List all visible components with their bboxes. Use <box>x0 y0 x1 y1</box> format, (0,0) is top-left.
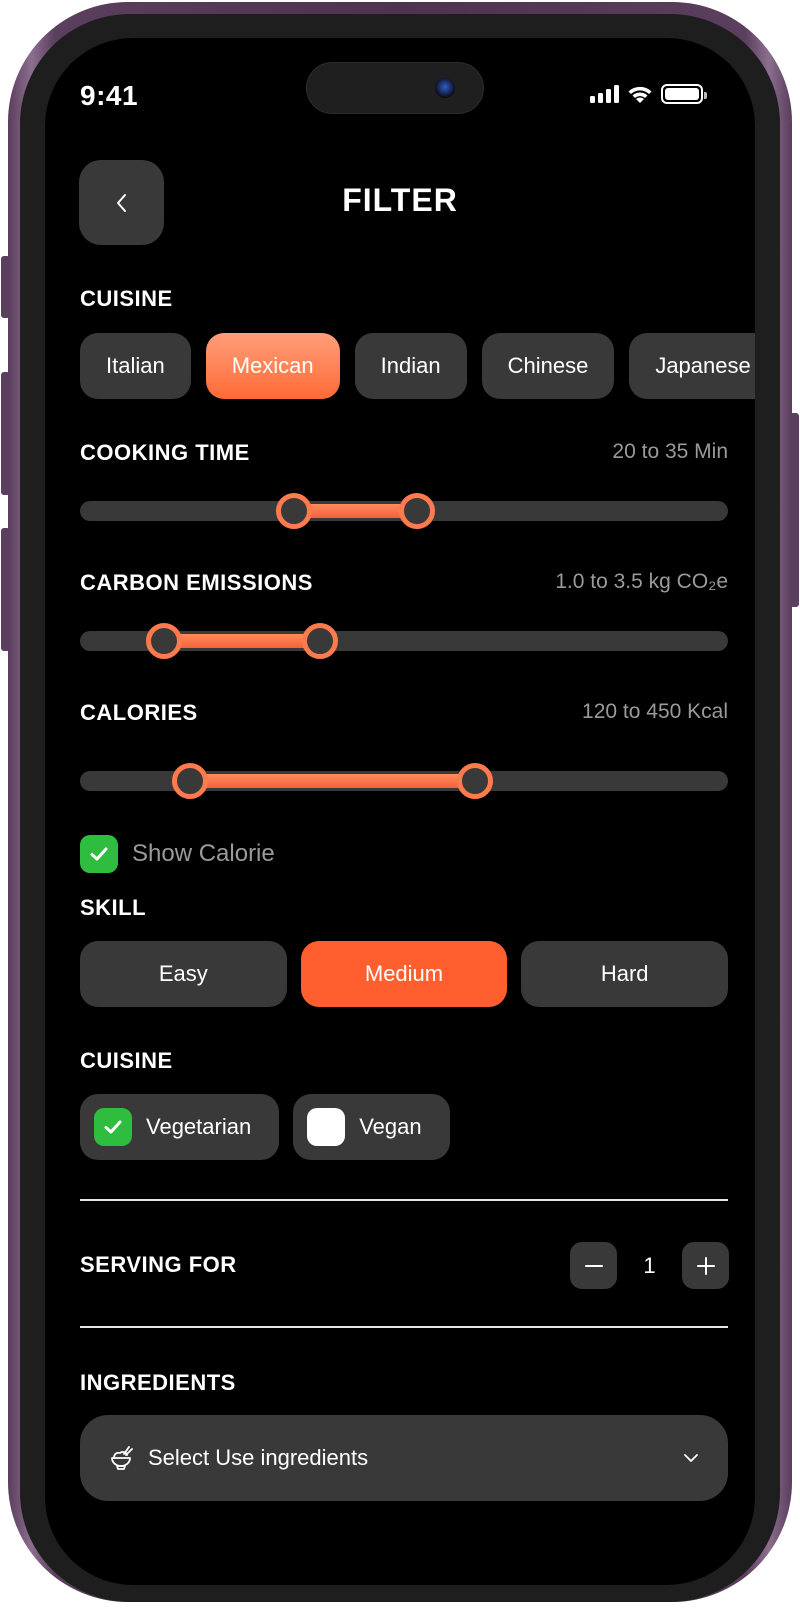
dynamic-island <box>306 62 484 114</box>
rice-bowl-icon <box>111 1446 133 1470</box>
calories-value: 120 to 450 Kcal <box>582 700 728 723</box>
divider <box>80 1199 728 1201</box>
volume-down-button <box>1 528 10 651</box>
cooking-time-value: 20 to 35 Min <box>612 440 728 463</box>
slider-fill <box>190 774 476 788</box>
skill-segmented-control: Easy Medium Hard <box>80 941 729 1007</box>
cuisine-chip-mexican[interactable]: Mexican <box>205 333 340 399</box>
minus-icon <box>584 1264 603 1267</box>
skill-option-easy[interactable]: Easy <box>80 941 287 1007</box>
ingredients-placeholder: Select Use ingredients <box>148 1445 369 1470</box>
cuisine-label: CUISINE <box>80 286 173 311</box>
checkmark-icon <box>90 847 108 861</box>
signal-icon <box>590 85 619 103</box>
calories-label: CALORIES <box>80 700 198 725</box>
cuisine-chip-japanese[interactable]: Japanese <box>629 333 755 399</box>
chip-label: Japanese <box>655 353 751 378</box>
ingredients-label: INGREDIENTS <box>80 1370 236 1395</box>
status-icons <box>590 84 707 104</box>
wifi-icon <box>628 86 652 103</box>
skill-option-label: Easy <box>158 961 208 986</box>
slider-thumb-max[interactable] <box>301 623 338 659</box>
camera-icon <box>435 78 455 98</box>
cuisine-chip-indian[interactable]: Indian <box>354 333 467 399</box>
diet-chip-label: Vegetarian <box>146 1114 252 1139</box>
skill-option-label: Medium <box>364 961 444 986</box>
calories-slider[interactable] <box>80 763 728 799</box>
cooking-time-label: COOKING TIME <box>80 440 250 465</box>
carbon-emissions-value: 1.0 to 3.5 kg CO₂e <box>555 570 728 593</box>
chip-label: Mexican <box>231 353 314 378</box>
slider-thumb-min[interactable] <box>275 493 312 529</box>
carbon-emissions-label: CARBON EMISSIONS <box>80 570 313 595</box>
cuisine-chip-italian[interactable]: Italian <box>80 333 191 399</box>
show-calorie-toggle[interactable]: Show Calorie <box>80 835 275 873</box>
slider-thumb-max[interactable] <box>398 493 435 529</box>
slider-fill <box>164 634 320 648</box>
diet-chip-vegan[interactable]: Vegan <box>293 1094 450 1160</box>
volume-up-button <box>1 372 10 495</box>
skill-option-medium[interactable]: Medium <box>300 941 508 1007</box>
diet-chip-vegetarian[interactable]: Vegetarian <box>80 1094 280 1160</box>
show-calorie-checkbox[interactable] <box>80 835 118 873</box>
chip-label: Italian <box>106 353 165 378</box>
chevron-down-icon <box>684 1454 698 1462</box>
slider-thumb-min[interactable] <box>146 623 183 659</box>
serving-label: SERVING FOR <box>80 1252 237 1277</box>
power-button <box>790 413 799 607</box>
status-time: 9:41 <box>80 80 139 111</box>
carbon-emissions-slider[interactable] <box>80 623 728 659</box>
slider-thumb-min[interactable] <box>172 763 209 799</box>
ingredients-dropdown[interactable]: Select Use ingredients <box>80 1415 728 1501</box>
diet-label: CUISINE <box>80 1048 173 1073</box>
diet-chip-label: Vegan <box>359 1114 422 1139</box>
cooking-time-slider[interactable] <box>80 493 728 529</box>
slider-thumb-max[interactable] <box>457 763 494 799</box>
page-title: FILTER <box>342 182 458 218</box>
vegetarian-checkbox[interactable] <box>94 1108 132 1146</box>
chip-label: Chinese <box>507 353 589 378</box>
increment-button[interactable] <box>682 1242 729 1289</box>
decrement-button[interactable] <box>570 1242 617 1289</box>
skill-label: SKILL <box>80 895 147 920</box>
screen: 9:41 FILTER CUISINE Italian Mexican Indi… <box>45 38 755 1585</box>
checkmark-icon <box>104 1120 122 1134</box>
serving-value: 1 <box>643 1252 656 1278</box>
cuisine-chip-row: Italian Mexican Indian Chinese Japanese <box>80 333 755 399</box>
chip-label: Indian <box>380 353 441 378</box>
plus-icon <box>696 1256 715 1275</box>
diet-chip-row: Vegetarian Vegan <box>80 1094 450 1160</box>
skill-option-label: Hard <box>600 961 649 986</box>
battery-icon <box>661 84 707 104</box>
serving-stepper: 1 <box>570 1242 729 1289</box>
action-button <box>1 256 10 318</box>
vegan-checkbox[interactable] <box>307 1108 346 1146</box>
skill-option-hard[interactable]: Hard <box>521 941 729 1007</box>
show-calorie-label: Show Calorie <box>132 840 275 867</box>
divider <box>80 1326 728 1328</box>
cuisine-chip-chinese[interactable]: Chinese <box>481 333 615 399</box>
